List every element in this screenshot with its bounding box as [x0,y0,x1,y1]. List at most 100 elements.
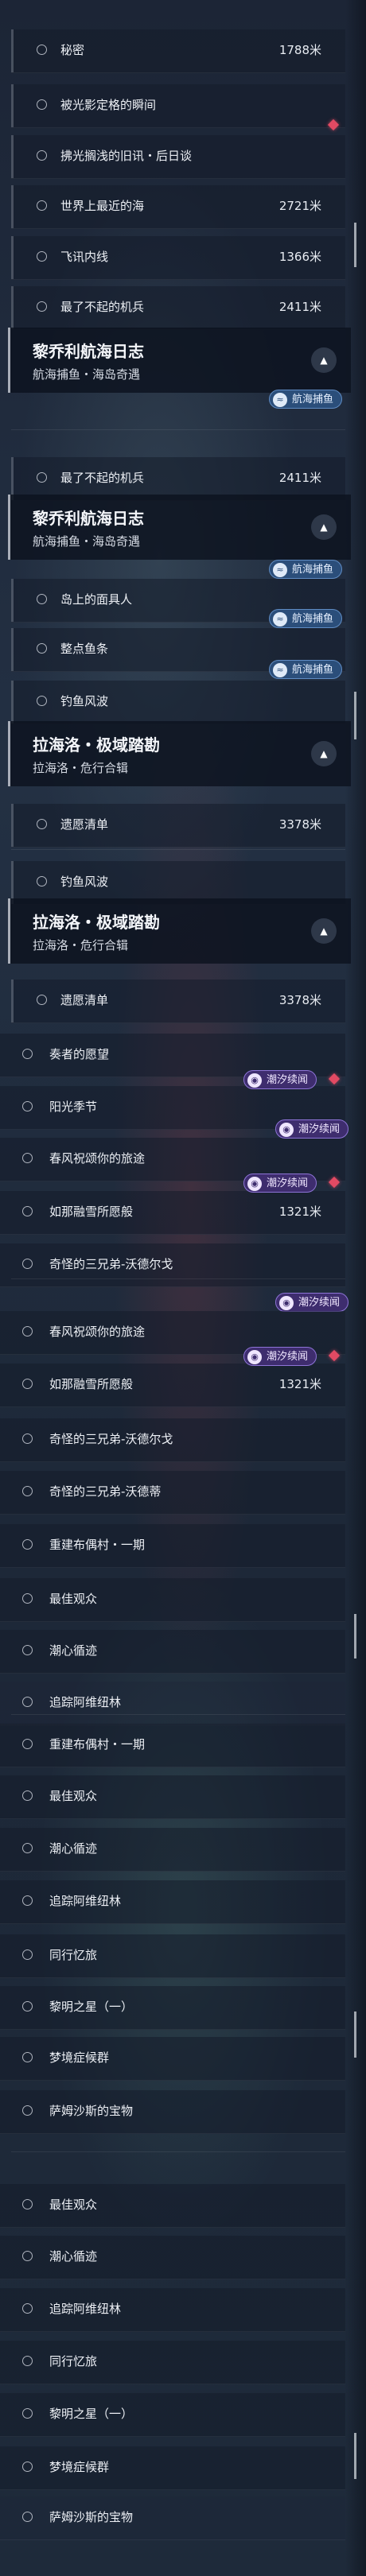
fish-icon: ≈ [273,663,287,677]
circle-outline-icon [37,876,47,886]
circle-outline-icon [22,1895,33,1906]
quest-label: 梦境症候群 [49,2050,110,2065]
scrollbar-thumb[interactable] [354,2433,356,2479]
section-subtitle: 拉海洛・危行合辑 [33,761,129,775]
scrollbar-thumb[interactable] [354,692,356,739]
circle-outline-icon [22,1645,33,1655]
quest-row[interactable]: 重建布偶村・一期 [0,1524,345,1568]
circle-outline-icon [22,2199,33,2209]
quest-label: 萨姆沙斯的宝物 [49,2104,134,2118]
quest-row[interactable]: 如那融雪所愿般 1321米 [0,1191,345,1235]
distance-value: 1366米 [278,250,321,264]
section-title: 拉海洛・极域踏勘 [33,735,160,755]
quest-row[interactable]: 如那融雪所愿般 1321米 [0,1364,345,1407]
quest-row[interactable]: 钓鱼风波 [11,681,345,724]
section-edge [11,861,14,904]
scrollbar-thumb[interactable] [354,2012,356,2058]
quest-row[interactable]: 追踪阿维纽林 [0,1682,345,1725]
quest-row[interactable]: 萨姆沙斯的宝物 [0,2496,345,2540]
tide-icon: ◉ [247,1177,262,1191]
quest-row[interactable]: 潮心循迹 [0,1630,345,1674]
quest-label: 遗愿清单 [60,817,109,832]
quest-row[interactable]: 遗愿清单 3378米 [11,804,345,848]
quest-row[interactable]: 奇怪的三兄弟-沃德尔戈 [0,1418,345,1462]
circle-outline-icon [37,301,47,312]
chevron-up-icon[interactable]: ▲ [311,918,337,944]
tag-label: 潮汐续闻 [298,1297,341,1309]
quest-row[interactable]: 飞讯内线 1366米 [11,236,345,280]
scrollbar-thumb[interactable] [354,223,356,267]
quest-row[interactable]: 秘密 1788米 [11,29,345,73]
quest-row[interactable]: 最佳观众 [0,2184,345,2228]
quest-row[interactable]: 梦境症候群 [0,2037,345,2081]
quest-label: 遗愿清单 [60,993,109,1007]
quest-row[interactable]: 黎明之星（一） [0,1986,345,2030]
circle-outline-icon [22,2512,33,2522]
quest-row[interactable]: 萨姆沙斯的宝物 [0,2090,345,2134]
quest-row[interactable]: 追踪阿维纽林 [0,1880,345,1924]
quest-row[interactable]: 重建布偶村・一期 [0,1724,345,1767]
quest-row[interactable]: 世界上最近的海 2721米 [11,185,345,229]
tag-label: 潮汐续闻 [267,1351,309,1363]
quest-row[interactable]: 遗愿清单 3378米 [11,980,345,1023]
circle-outline-icon [22,1790,33,1801]
quest-label: 潮心循迹 [49,2249,98,2264]
section-edge [11,236,14,279]
quest-label: 最了不起的机兵 [60,300,145,314]
fish-icon: ≈ [273,393,287,407]
section-title: 拉海洛・极域踏勘 [33,913,160,932]
section-edge [11,135,14,178]
circle-outline-icon [22,1539,33,1550]
tide-icon: ◉ [279,1296,294,1310]
quest-row[interactable]: 最佳观众 [0,1578,345,1622]
quest-row[interactable]: 奇怪的三兄弟-沃德蒂 [0,1471,345,1515]
quest-label: 潮心循迹 [49,1643,98,1658]
section-edge [11,286,14,329]
section-edge [11,980,14,1022]
quest-row[interactable]: 同行忆旅 [0,2341,345,2384]
quest-row[interactable]: 拂光搁浅的旧讯・后日谈 [11,135,345,179]
section-header[interactable]: 拉海洛・极域踏勘拉海洛・危行合辑 ▲ [8,721,351,786]
tide-icon: ◉ [247,1073,262,1088]
chevron-up-icon[interactable]: ▲ [311,514,337,540]
fish-icon: ≈ [273,612,287,627]
quest-row[interactable]: 追踪阿维纽林 [0,2288,345,2332]
section-edge [11,804,14,847]
circle-outline-icon [37,251,47,262]
quest-row[interactable]: 奇怪的三兄弟-沃德尔戈 [0,1243,345,1287]
quest-label: 春风祝颂你的旅途 [49,1325,146,1339]
quest-row[interactable]: 黎明之星（一） [0,2393,345,2437]
quest-label: 梦境症候群 [49,2460,110,2474]
quest-label: 最佳观众 [49,2198,98,2212]
quest-row[interactable]: 潮心循迹 [0,2236,345,2279]
quest-row[interactable]: 潮心循迹 [0,1828,345,1872]
section-header[interactable]: 拉海洛・极域踏勘 拉海洛・危行合辑 ▲ [8,898,351,964]
section-edge [11,84,14,127]
chevron-up-icon[interactable]: ▲ [311,347,337,373]
circle-outline-icon [22,2052,33,2062]
segment-divider [11,2151,345,2152]
quest-label: 同行忆旅 [49,2354,98,2368]
tide-tag: ◉ 潮汐续闻 [275,1293,349,1312]
chevron-up-icon[interactable]: ▲ [311,741,337,766]
fishing-tag: ≈ 航海捕鱼 [269,609,343,628]
tide-icon: ◉ [279,1123,294,1137]
quest-row[interactable]: 梦境症候群 [0,2446,345,2490]
quest-row[interactable]: 最佳观众 [0,1775,345,1819]
circle-outline-icon [22,1486,33,1496]
tide-tag: ◉ 潮汐续闻 [275,1119,349,1139]
tag-label: 潮汐续闻 [267,1074,309,1086]
scrollbar-thumb[interactable] [354,1614,356,1658]
quest-label: 钓鱼风波 [60,875,109,889]
section-header[interactable]: 黎乔利航海日志 航海捕鱼・海岛奇遇 ▲ [8,495,351,560]
quest-label: 被光影定格的瞬间 [60,98,157,112]
quest-row[interactable]: 同行忆旅 [0,1934,345,1978]
section-header[interactable]: 黎乔利航海日志 航海捕鱼・海岛奇遇 ▲ [8,328,351,393]
quest-label: 萨姆沙斯的宝物 [49,2510,134,2524]
quest-row[interactable]: 最了不起的机兵 2411米 [11,286,345,330]
distance-value: 2411米 [278,300,321,314]
quest-label: 钓鱼风波 [60,694,109,708]
quest-row[interactable]: 被光影定格的瞬间 [11,84,345,128]
quest-label: 最佳观众 [49,1592,98,1606]
quest-label: 奇怪的三兄弟-沃德蒂 [49,1484,162,1499]
